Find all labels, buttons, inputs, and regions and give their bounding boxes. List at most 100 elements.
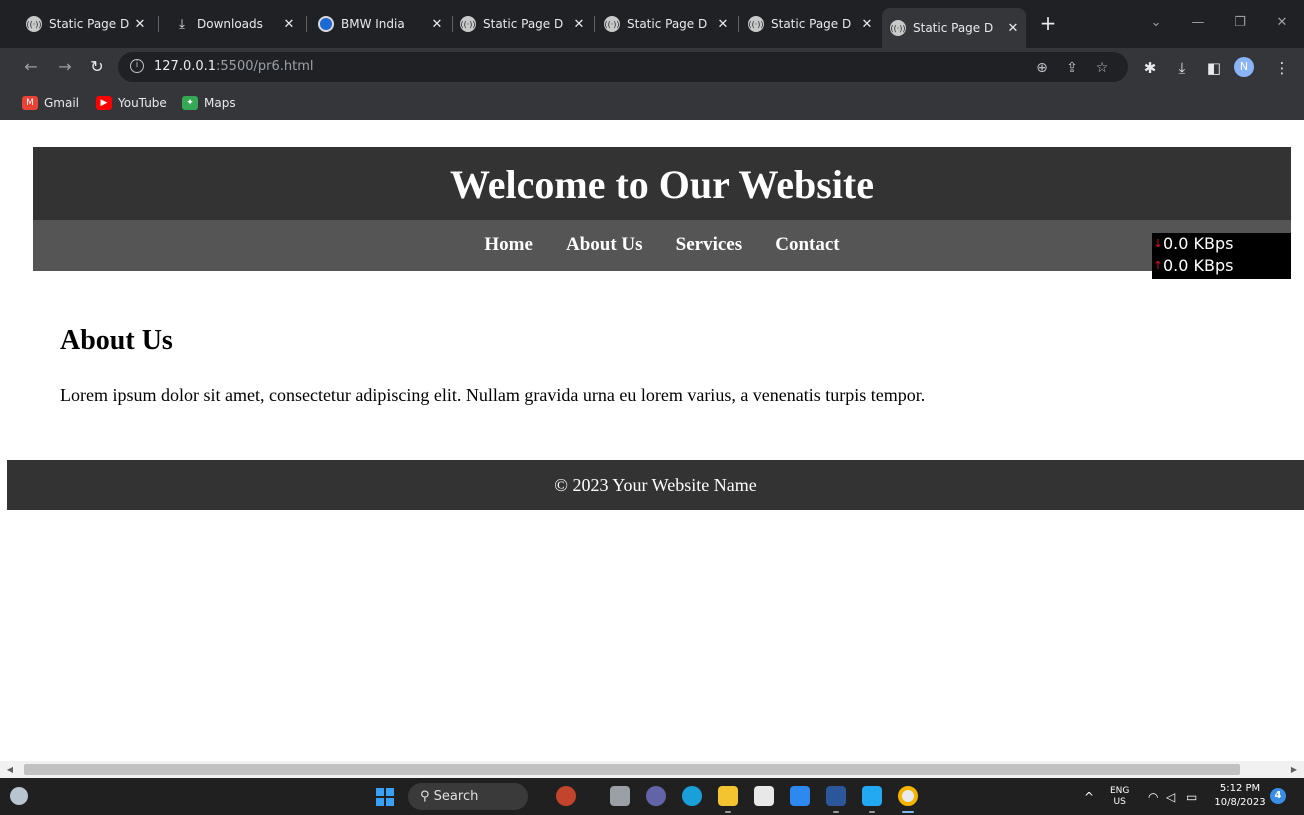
download-speed-row: ↓ 0.0 KBps (1153, 234, 1234, 253)
start-logo-tile (386, 798, 394, 806)
nav-home-link[interactable]: Home (484, 234, 533, 256)
tab-static-page-1[interactable]: ((·)) Static Page D ✕ (18, 8, 153, 40)
bookmark-maps[interactable]: ✦ Maps (182, 95, 236, 111)
search-highlight-icon[interactable] (556, 786, 576, 806)
broadcast-icon: ((·)) (460, 16, 476, 32)
tab-search-chevron-icon[interactable]: ⌄ (1136, 10, 1176, 36)
minimize-window-button[interactable]: — (1178, 10, 1218, 36)
gmail-icon: M (22, 96, 38, 110)
nav-contact-link[interactable]: Contact (775, 234, 839, 256)
site-info-icon[interactable]: i (130, 59, 144, 73)
zoom-icon[interactable]: ⊕ (1032, 58, 1052, 78)
close-tab-icon[interactable]: ✕ (1004, 21, 1022, 36)
task-view-icon[interactable] (610, 786, 630, 806)
tab-divider (594, 16, 595, 32)
bookmark-gmail[interactable]: M Gmail (22, 95, 79, 111)
close-tab-icon[interactable]: ✕ (570, 17, 588, 32)
site-navigation: Home About Us Services Contact (33, 220, 1291, 271)
chrome-icon[interactable] (898, 786, 918, 806)
about-heading: About Us (60, 325, 173, 356)
broadcast-icon: ((·)) (890, 20, 906, 36)
running-indicator (869, 811, 875, 813)
running-indicator (725, 811, 731, 813)
bookmarks-bar: M Gmail ▶ YouTube ✦ Maps (0, 86, 1304, 120)
teams-chat-icon[interactable] (646, 786, 666, 806)
tab-static-page-2[interactable]: ((·)) Static Page D ✕ (452, 8, 592, 40)
start-logo-tile (386, 788, 394, 796)
taskbar-search[interactable]: ⚲ Search (408, 783, 528, 810)
youtube-icon: ▶ (96, 96, 112, 110)
close-tab-icon[interactable]: ✕ (131, 17, 149, 32)
broadcast-icon: ((·)) (26, 16, 42, 32)
tab-divider (738, 16, 739, 32)
maps-icon: ✦ (182, 96, 198, 110)
browser-tab-strip: ((·)) Static Page D ✕ ⤓ Downloads ✕ BMW … (0, 0, 1304, 48)
tab-static-page-4[interactable]: ((·)) Static Page D ✕ (740, 8, 880, 40)
url-text[interactable]: 127.0.0.1:5500/pr6.html (154, 59, 314, 74)
upload-speed-row: ↑ 0.0 KBps (1153, 256, 1234, 275)
close-window-button[interactable]: ✕ (1262, 10, 1302, 36)
horizontal-scrollbar[interactable]: ◀ ▶ (0, 761, 1304, 778)
language-indicator[interactable]: ENG US (1110, 778, 1129, 815)
taskbar-clock[interactable]: 5:12 PM 10/8/2023 (1214, 782, 1266, 810)
close-tab-icon[interactable]: ✕ (280, 17, 298, 32)
more-menu-icon[interactable]: ⋮ (1272, 58, 1292, 78)
browser-toolbar: ← → ↻ i 127.0.0.1:5500/pr6.html ⊕ ⇪ ☆ ✱ … (0, 48, 1304, 86)
bookmark-star-icon[interactable]: ☆ (1092, 58, 1112, 78)
site-footer: © 2023 Your Website Name (7, 460, 1304, 510)
site-title: Welcome to Our Website (449, 162, 875, 207)
scroll-left-icon[interactable]: ◀ (4, 764, 16, 776)
tab-divider (306, 16, 307, 32)
reload-button[interactable]: ↻ (86, 56, 108, 78)
close-tab-icon[interactable]: ✕ (428, 17, 446, 32)
start-logo-tile (376, 798, 384, 806)
running-indicator (833, 811, 839, 813)
wifi-icon[interactable]: ◠ (1148, 778, 1158, 815)
broadcast-icon: ((·)) (604, 16, 620, 32)
downloads-toolbar-icon[interactable]: ⤓ (1172, 58, 1192, 78)
network-speed-overlay: ↓ 0.0 KBps ↑ 0.0 KBps (1152, 233, 1291, 279)
tab-bmw-india[interactable]: BMW India ✕ (310, 8, 450, 40)
forward-button[interactable]: → (54, 56, 76, 78)
bmw-logo-icon (318, 16, 334, 32)
scrollbar-thumb[interactable] (24, 764, 1240, 775)
tab-divider (158, 16, 159, 32)
tab-downloads[interactable]: ⤓ Downloads ✕ (166, 8, 302, 40)
file-explorer-icon[interactable] (718, 786, 738, 806)
upload-arrow-icon: ↑ (1153, 259, 1163, 272)
volume-icon[interactable]: ◁ (1166, 778, 1175, 815)
scroll-right-icon[interactable]: ▶ (1288, 764, 1300, 776)
battery-icon[interactable]: ▭ (1186, 778, 1197, 815)
address-bar[interactable]: i 127.0.0.1:5500/pr6.html ⊕ ⇪ ☆ (118, 52, 1128, 82)
profile-avatar[interactable]: N (1234, 57, 1254, 77)
restore-window-button[interactable]: ❐ (1220, 10, 1260, 36)
close-tab-icon[interactable]: ✕ (714, 17, 732, 32)
search-icon: ⚲ (420, 789, 430, 804)
word-icon[interactable] (826, 786, 846, 806)
new-tab-button[interactable]: + (1036, 12, 1060, 36)
nav-about-link[interactable]: About Us (566, 234, 643, 256)
side-panel-icon[interactable]: ◧ (1204, 58, 1224, 78)
nav-services-link[interactable]: Services (676, 234, 742, 256)
start-button[interactable] (376, 788, 394, 806)
bookmark-youtube[interactable]: ▶ YouTube (96, 95, 167, 111)
edge-icon[interactable] (682, 786, 702, 806)
extensions-icon[interactable]: ✱ (1140, 58, 1160, 78)
tab-static-page-active[interactable]: ((·)) Static Page D ✕ (882, 8, 1026, 48)
active-app-indicator (902, 811, 914, 813)
tab-static-page-3[interactable]: ((·)) Static Page D ✕ (596, 8, 736, 40)
store-icon[interactable] (754, 786, 774, 806)
windows-taskbar: ⚲ Search ^ ENG US ◠ ◁ ▭ 5:12 PM 10/8/202… (0, 778, 1304, 815)
back-button[interactable]: ← (20, 56, 42, 78)
download-arrow-icon: ↓ (1153, 237, 1163, 250)
show-hidden-icons[interactable]: ^ (1084, 778, 1094, 815)
broadcast-icon: ((·)) (748, 16, 764, 32)
weather-widget-icon[interactable] (10, 787, 28, 805)
notification-badge[interactable]: 4 (1270, 788, 1286, 804)
app-l-icon[interactable] (790, 786, 810, 806)
download-icon: ⤓ (179, 16, 185, 32)
start-logo-tile (376, 788, 384, 796)
vscode-icon[interactable] (862, 786, 882, 806)
share-icon[interactable]: ⇪ (1062, 58, 1082, 78)
close-tab-icon[interactable]: ✕ (858, 17, 876, 32)
